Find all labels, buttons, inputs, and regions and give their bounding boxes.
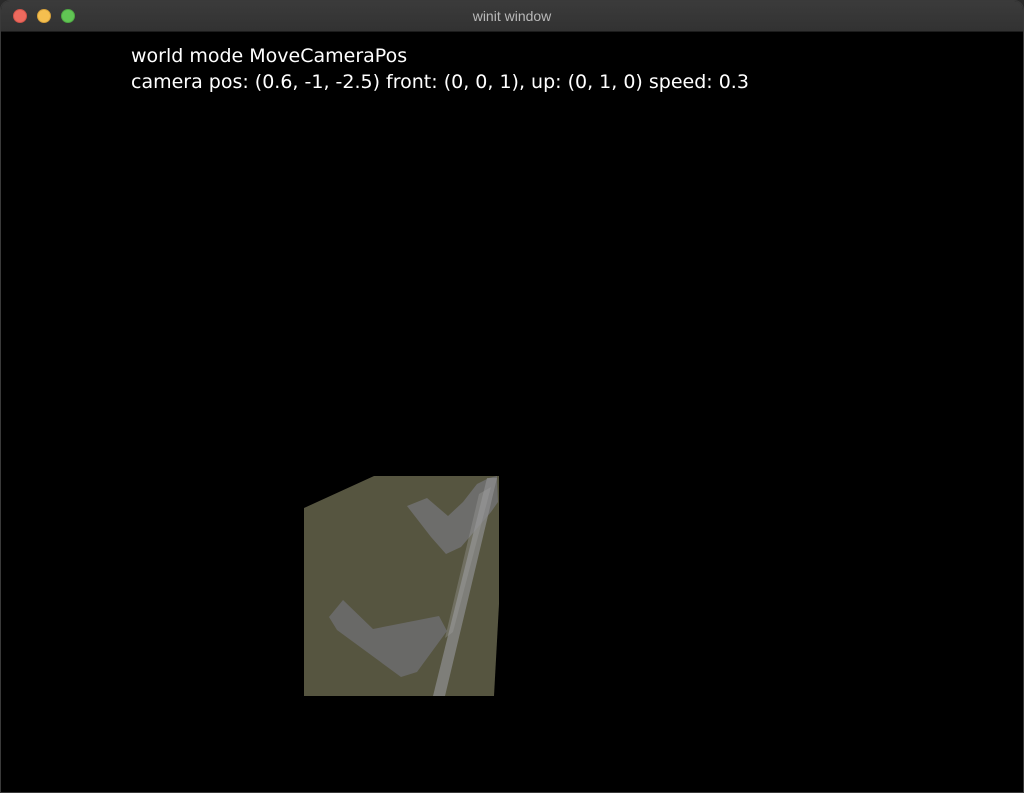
debug-overlay: world mode MoveCameraPos camera pos: (0.… (131, 43, 749, 95)
window-title: winit window (472, 8, 552, 24)
camera-info-text: camera pos: (0.6, -1, -2.5) front: (0, 0… (131, 71, 749, 93)
world-mode-text: world mode MoveCameraPos (131, 45, 408, 67)
3d-scene (304, 476, 499, 696)
render-viewport[interactable]: world mode MoveCameraPos camera pos: (0.… (1, 32, 1023, 792)
app-window: winit window world mode MoveCameraPos ca… (0, 0, 1024, 793)
title-bar[interactable]: winit window (1, 1, 1023, 32)
